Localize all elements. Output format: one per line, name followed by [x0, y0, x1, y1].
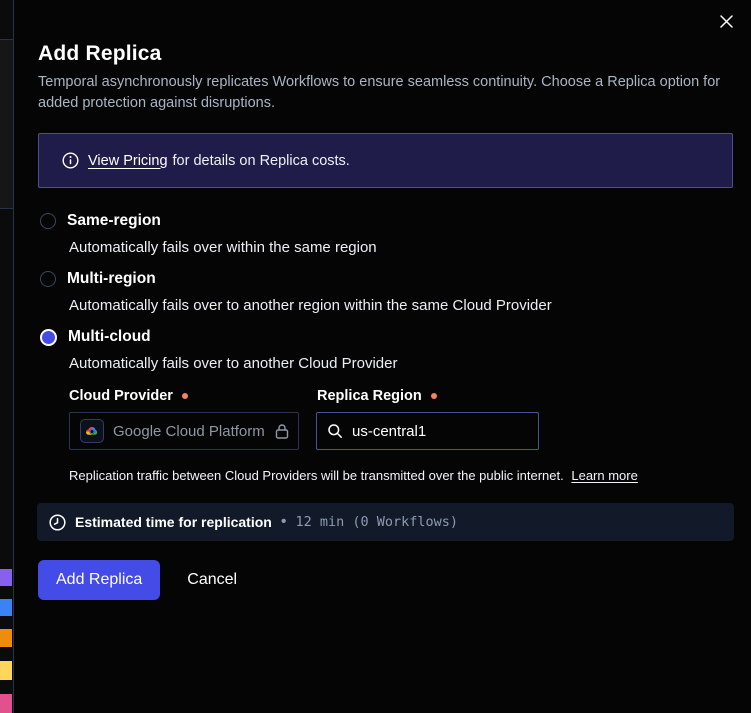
add-replica-modal: Add Replica Temporal asynchronously repl… — [13, 0, 751, 713]
option-label: Same-region — [67, 212, 161, 230]
modal-description: Temporal asynchronously replicates Workf… — [38, 72, 732, 113]
replica-region-label-text: Replica Region — [317, 388, 422, 404]
option-multi-region: Multi-region Automatically fails over to… — [38, 270, 733, 314]
info-icon — [62, 152, 79, 169]
fields-row: Google Cloud Platform — [69, 412, 733, 450]
nav-color-block — [0, 569, 12, 586]
replica-region-field[interactable] — [316, 412, 539, 450]
close-button[interactable] — [714, 9, 738, 33]
cloud-provider-label: Cloud Provider — [69, 388, 317, 404]
replica-region-input[interactable] — [352, 423, 512, 440]
clock-icon — [49, 514, 66, 531]
required-dot-icon — [431, 393, 437, 399]
cloud-provider-label-text: Cloud Provider — [69, 388, 173, 404]
pricing-info-banner: View Pricing for details on Replica cost… — [38, 133, 733, 188]
add-replica-button[interactable]: Add Replica — [38, 560, 160, 600]
radio-multi-region[interactable]: Multi-region — [38, 270, 733, 288]
nav-color-block — [0, 661, 12, 680]
radio-circle-icon[interactable] — [40, 213, 56, 229]
required-dot-icon — [182, 393, 188, 399]
close-icon — [719, 14, 734, 29]
search-icon — [327, 423, 343, 439]
radio-same-region[interactable]: Same-region — [38, 212, 733, 230]
background-nav-panel — [0, 39, 13, 209]
estimate-banner: Estimated time for replication • 12 min … — [37, 503, 734, 541]
option-multi-cloud: Multi-cloud Automatically fails over to … — [38, 328, 733, 483]
option-same-region: Same-region Automatically fails over wit… — [38, 212, 733, 256]
pricing-banner-text: for details on Replica costs. — [173, 153, 350, 169]
replica-options-group: Same-region Automatically fails over wit… — [38, 212, 733, 483]
estimate-value: 12 min (0 Workflows) — [295, 514, 458, 530]
background-page-strip — [0, 0, 13, 713]
option-description: Automatically fails over to another regi… — [69, 297, 733, 314]
estimate-separator: • — [281, 513, 287, 531]
option-description: Automatically fails over within the same… — [69, 239, 733, 256]
field-labels-row: Cloud Provider Replica Region — [69, 388, 733, 404]
public-internet-note: Replication traffic between Cloud Provid… — [69, 468, 733, 483]
page-title: Add Replica — [38, 42, 733, 66]
nav-color-block — [0, 694, 12, 713]
nav-color-block — [0, 599, 12, 616]
option-label: Multi-cloud — [68, 328, 151, 346]
learn-more-link[interactable]: Learn more — [571, 468, 637, 483]
radio-circle-icon[interactable] — [40, 271, 56, 287]
cloud-provider-field: Google Cloud Platform — [69, 412, 299, 450]
gcp-logo-icon — [80, 419, 104, 443]
lock-icon — [274, 423, 290, 440]
option-label: Multi-region — [67, 270, 156, 288]
view-pricing-link[interactable]: View Pricing — [88, 153, 168, 169]
note-text: Replication traffic between Cloud Provid… — [69, 468, 564, 483]
modal-actions: Add Replica Cancel — [38, 560, 733, 600]
cancel-button[interactable]: Cancel — [187, 571, 237, 589]
nav-color-block — [0, 629, 12, 647]
estimate-label: Estimated time for replication — [75, 514, 272, 530]
replica-region-label: Replica Region — [317, 388, 437, 404]
radio-circle-icon[interactable] — [40, 329, 57, 346]
option-description: Automatically fails over to another Clou… — [69, 355, 733, 372]
radio-multi-cloud[interactable]: Multi-cloud — [38, 328, 733, 346]
cloud-provider-value: Google Cloud Platform — [113, 423, 265, 440]
